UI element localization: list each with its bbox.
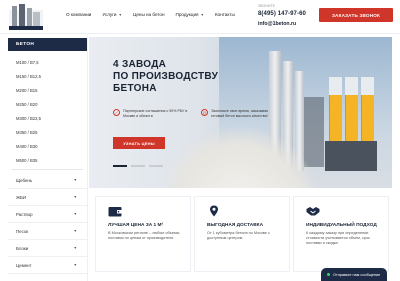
silo <box>329 95 342 141</box>
benefit-title: ЛУЧШАЯ ЦЕНА ЗА 1 М³ <box>108 223 164 228</box>
benefit-text: К каждому заказу при определении стоимос… <box>306 231 370 245</box>
silo-cap <box>329 77 342 95</box>
nav-products[interactable]: Продукция ▼ <box>176 12 204 17</box>
email-link[interactable]: info@1beton.ru <box>258 21 306 27</box>
slider-dot[interactable] <box>113 165 127 167</box>
sidebar-item-sand[interactable]: Песок ▼ <box>8 223 87 240</box>
benefit-approach: ИНДИВИДУАЛЬНЫЙ ПОДХОД К каждому заказу п… <box>293 196 389 272</box>
slider-dot[interactable] <box>131 165 145 167</box>
concrete-plant-logo-icon[interactable] <box>9 4 43 30</box>
handshake-icon <box>306 207 320 216</box>
phone-hint: ЗВОНИТЕ <box>258 4 276 8</box>
chevron-down-icon: ▼ <box>73 263 77 267</box>
location-pin-icon <box>210 205 218 217</box>
sidebar-item-m100[interactable]: М100 / В7,5 <box>8 55 87 69</box>
chevron-down-icon: ▼ <box>200 12 204 17</box>
sidebar-item-mortar[interactable]: Раствор ▼ <box>8 206 87 223</box>
plant-base <box>325 141 377 171</box>
slider-dots <box>113 165 163 167</box>
nav-about[interactable]: О компании <box>66 12 91 17</box>
nav-services[interactable]: Услуги ▼ <box>102 12 122 17</box>
phone-number[interactable]: 8(495) 147-97-60 <box>258 11 306 17</box>
sidebar-item-m200[interactable]: М200 / В15 <box>8 83 87 97</box>
sidebar-item-m500[interactable]: М500 / В35 <box>8 153 87 167</box>
clock-icon: ◷ <box>201 109 208 116</box>
chat-widget[interactable]: Отправьте нам сообщение <box>321 268 387 281</box>
hero-banner: 4 ЗАВОДА ПО ПРОИЗВОДСТВУ БЕТОНА ✓ Партне… <box>89 37 392 188</box>
main-nav: О компании Услуги ▼ Цены на бетон Продукц… <box>66 12 246 17</box>
sidebar-item-m350[interactable]: М350 / В25 <box>8 125 87 139</box>
check-icon: ✓ <box>113 109 120 116</box>
online-status-icon <box>327 273 330 276</box>
chevron-down-icon: ▼ <box>73 195 77 199</box>
chevron-down-icon: ▼ <box>73 212 77 216</box>
chevron-down-icon: ▼ <box>73 246 77 250</box>
sidebar-item-cement[interactable]: Цемент ▼ <box>8 257 87 274</box>
sidebar-heading[interactable]: БЕТОН <box>8 38 87 51</box>
wallet-icon <box>108 207 122 217</box>
silo-cap <box>361 77 374 95</box>
silo-cap <box>345 77 358 95</box>
benefit-price: ЛУЧШАЯ ЦЕНА ЗА 1 М³ В Московском регионе… <box>95 196 191 272</box>
sand-pile <box>159 127 319 188</box>
sidebar-item-crushed-stone[interactable]: Щебень ▼ <box>8 172 87 189</box>
sidebar-item-rc-products[interactable]: ЖБИ ▼ <box>8 189 87 206</box>
sidebar-divider <box>12 169 83 170</box>
benefit-text: В Московском регионе – любые объемы пост… <box>108 231 180 240</box>
sidebar-item-m150[interactable]: М150 / В12,5 <box>8 69 87 83</box>
hero-feature-partners: ✓ Партнерские соглашения с 90% РБУ в Мос… <box>113 109 188 118</box>
hero-feature-time: ◷ Экономьте свое время, заказывая готовы… <box>201 109 269 118</box>
sidebar-item-m400[interactable]: М400 / В30 <box>8 139 87 153</box>
hero-title: 4 ЗАВОДА ПО ПРОИЗВОДСТВУ БЕТОНА <box>113 59 219 94</box>
catalog-sidebar: БЕТОН М100 / В7,5 М150 / В12,5 М200 / В1… <box>8 38 88 281</box>
benefit-title: ВЫГОДНАЯ ДОСТАВКА <box>207 223 264 228</box>
slider-dot[interactable] <box>149 165 163 167</box>
sidebar-item-m300[interactable]: М300 / В22,5 <box>8 111 87 125</box>
chevron-down-icon: ▼ <box>73 178 77 182</box>
find-prices-button[interactable]: УЗНАТЬ ЦЕНЫ <box>113 137 165 149</box>
silo <box>345 95 358 141</box>
order-call-button[interactable]: ЗАКАЗАТЬ ЗВОНОК <box>319 8 393 22</box>
contact-block: ЗВОНИТЕ 8(495) 147-97-60 info@1beton.ru <box>258 4 306 27</box>
benefit-text: От 1 кубометра бетона по Москве с доступ… <box>207 231 270 240</box>
sidebar-item-blocks[interactable]: Блоки ▼ <box>8 240 87 257</box>
chat-label: Отправьте нам сообщение <box>333 272 381 277</box>
benefit-title: ИНДИВИДУАЛЬНЫЙ ПОДХОД <box>306 223 377 228</box>
silo <box>361 95 374 141</box>
sidebar-item-m250[interactable]: М250 / В20 <box>8 97 87 111</box>
benefit-delivery: ВЫГОДНАЯ ДОСТАВКА От 1 кубометра бетона … <box>194 196 290 272</box>
nav-contacts[interactable]: Контакты <box>215 12 235 17</box>
chevron-down-icon: ▼ <box>118 12 122 17</box>
chevron-down-icon: ▼ <box>73 229 77 233</box>
site-header: О компании Услуги ▼ Цены на бетон Продукц… <box>0 0 400 34</box>
nav-prices[interactable]: Цены на бетон <box>133 12 165 17</box>
